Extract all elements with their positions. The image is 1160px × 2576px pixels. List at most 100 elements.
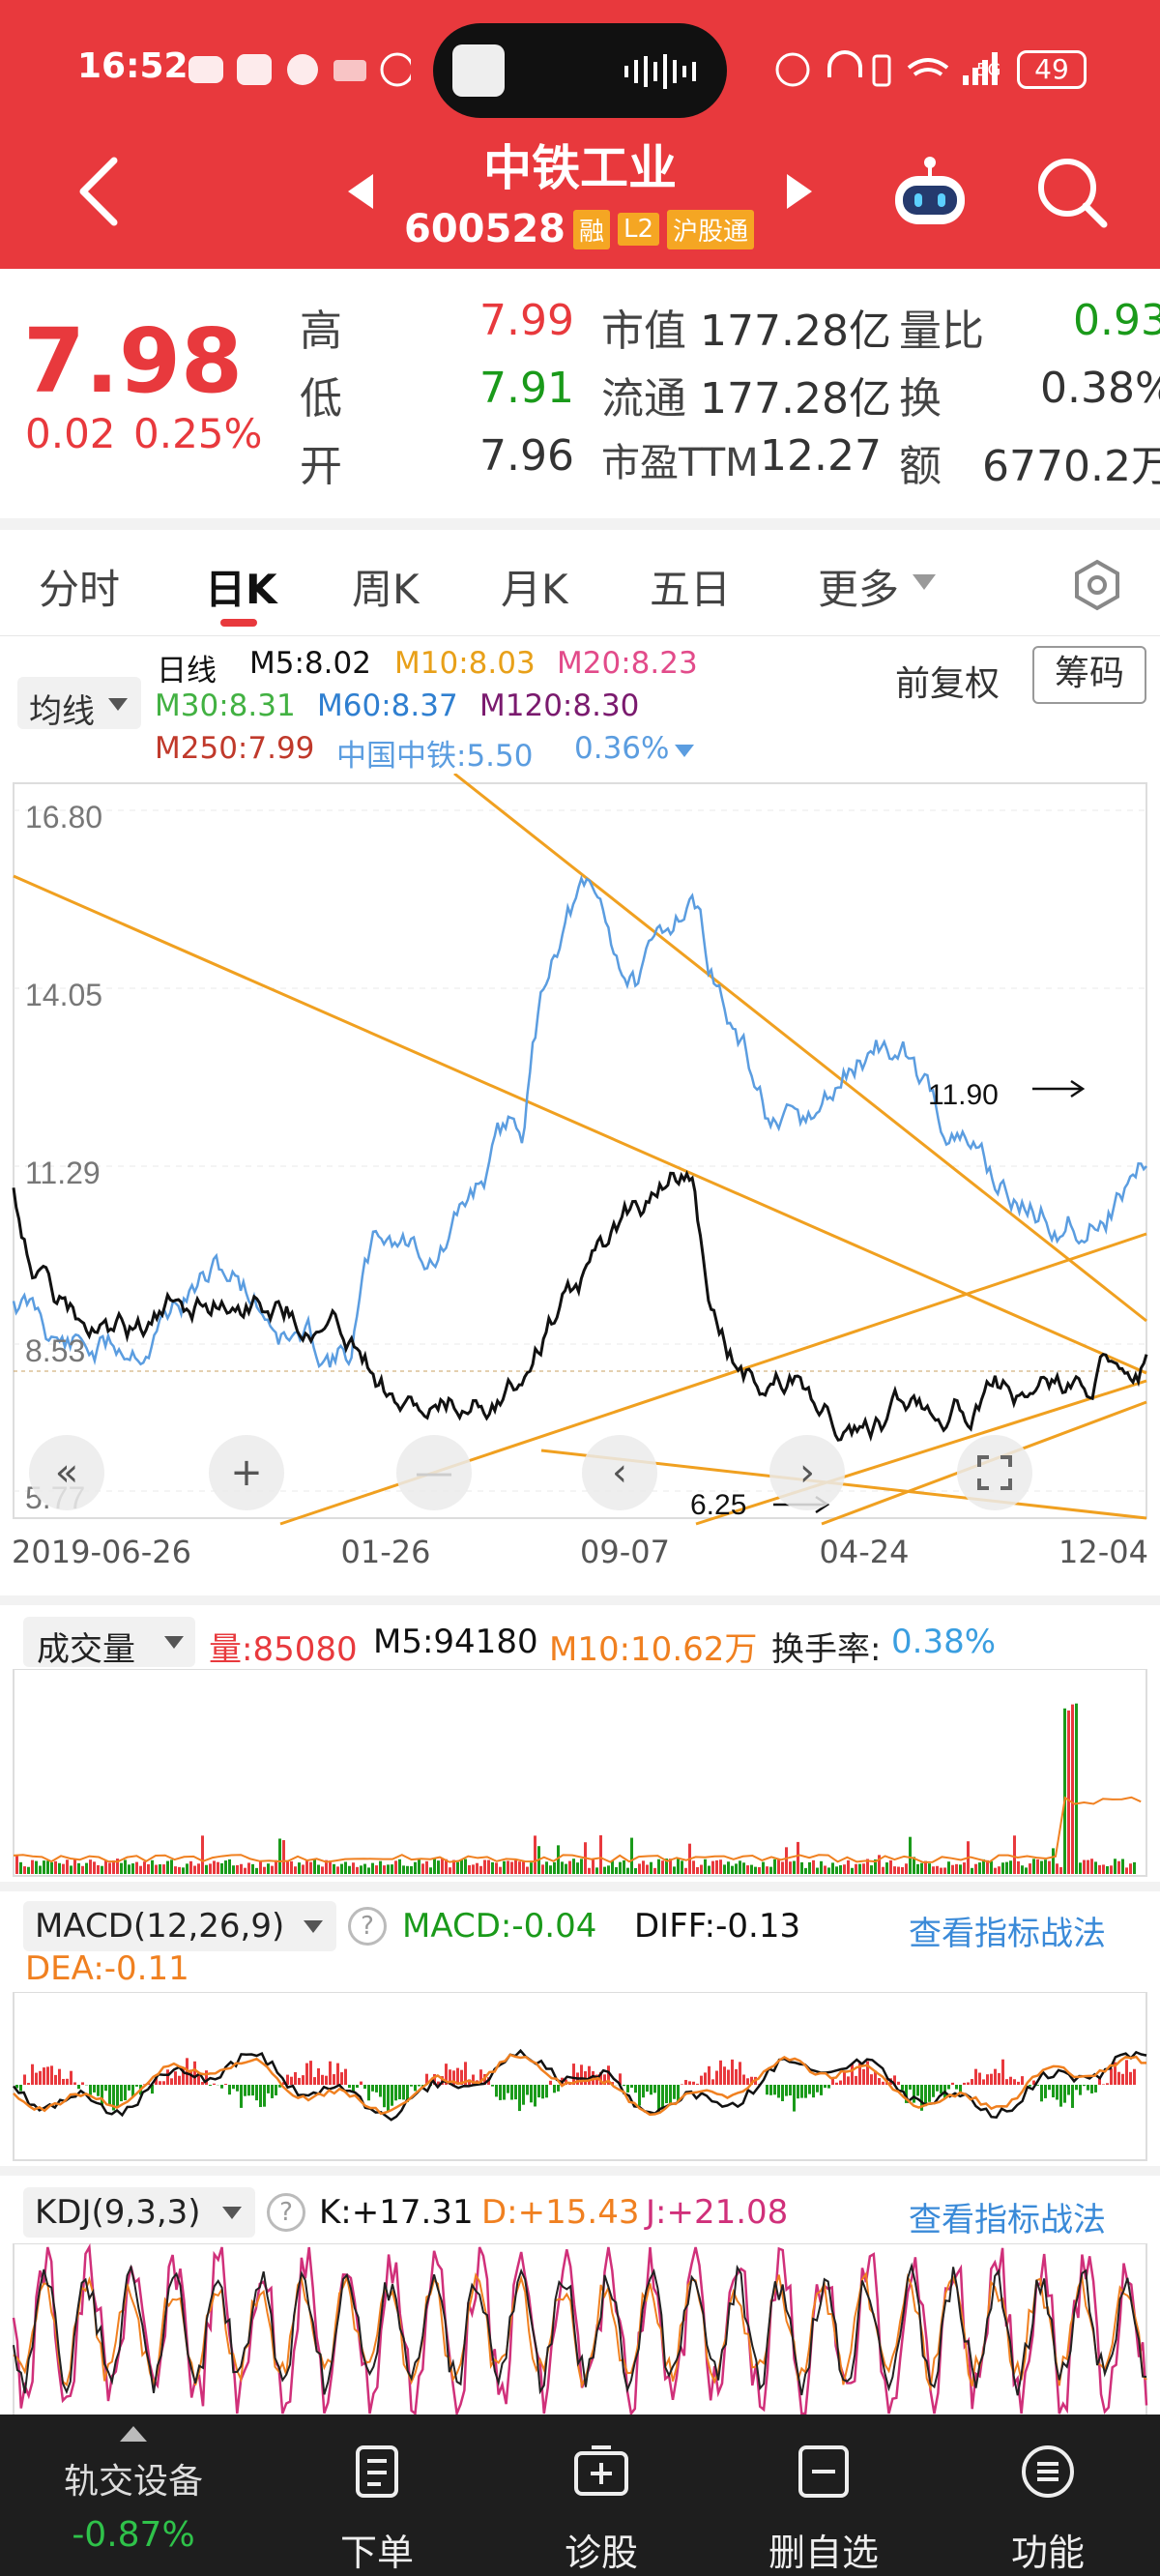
macd-bar: [418, 2085, 420, 2087]
macd-bar: [1017, 2081, 1020, 2085]
adjust-button[interactable]: 前复权: [895, 656, 1000, 706]
price-axis-label: 16.80: [25, 800, 102, 834]
macd-strategy-link[interactable]: 查看指标战法: [909, 1907, 1106, 1954]
fast-rewind-button[interactable]: «: [29, 1435, 104, 1510]
macd-bar: [356, 2085, 359, 2089]
indicator-select[interactable]: 均线: [17, 677, 141, 731]
functions-button[interactable]: 功能: [951, 2415, 1145, 2576]
macd-bar: [344, 2068, 347, 2085]
settings-hexagon-icon[interactable]: [1071, 559, 1123, 611]
zoom-out-button[interactable]: —: [396, 1435, 472, 1510]
volume-bar: [139, 1865, 142, 1874]
volume-bar: [73, 1859, 76, 1874]
macd-bar: [827, 2085, 830, 2089]
help-icon[interactable]: ?: [348, 1907, 387, 1946]
macd-bar: [491, 2085, 494, 2087]
volume-bar: [1032, 1859, 1035, 1874]
macd-bar: [120, 2085, 123, 2102]
robot-assistant-icon[interactable]: [889, 153, 971, 230]
macd-bar: [410, 2085, 413, 2087]
volume-bar: [135, 1861, 138, 1874]
volume-bar: [1079, 1862, 1082, 1874]
tab-five-day[interactable]: 五日: [650, 557, 731, 616]
stat-value-amount: 6770.2万: [982, 442, 1160, 491]
volume-bar: [742, 1862, 745, 1874]
macd-select[interactable]: MACD(12,26,9): [23, 1901, 336, 1951]
volume-chart: [13, 1669, 1147, 1877]
macd-bar: [298, 2077, 301, 2085]
remove-watchlist-button[interactable]: 删自选: [727, 2415, 920, 2576]
high-annotation: 11.90: [928, 1079, 999, 1111]
macd-bar: [499, 2085, 502, 2100]
date-label: 12-04: [1058, 1534, 1148, 1570]
volume-bar: [607, 1865, 610, 1874]
volume-bar: [77, 1862, 80, 1874]
tab-daily-k[interactable]: 日K: [205, 557, 277, 616]
stock-subtitle: 600528 融 L2 沪股通: [404, 207, 755, 251]
chip-button[interactable]: 筹码: [1032, 646, 1146, 704]
macd-bar: [746, 2078, 749, 2085]
order-button[interactable]: 下单: [280, 2415, 474, 2576]
macd-bar: [785, 2085, 788, 2096]
volume-bar: [360, 1865, 362, 1874]
badge-l2: L2: [618, 213, 660, 246]
fullscreen-button[interactable]: [957, 1435, 1032, 1510]
volume-bar: [503, 1860, 506, 1874]
volume-bar: [31, 1859, 34, 1874]
scroll-right-button[interactable]: ›: [769, 1435, 845, 1510]
macd-bar: [719, 2060, 722, 2085]
tab-intraday[interactable]: 分时: [39, 557, 120, 616]
macd-bar: [978, 2072, 981, 2085]
diagnose-button[interactable]: 诊股: [505, 2415, 698, 2576]
prev-stock-icon[interactable]: [346, 172, 375, 211]
volume-bar: [352, 1862, 355, 1874]
volume-bar: [27, 1866, 30, 1874]
stat-value-open: 7.96: [479, 431, 574, 481]
macd-bar: [665, 2085, 668, 2104]
scroll-left-button[interactable]: ‹: [582, 1435, 657, 1510]
volume-select[interactable]: 成交量: [23, 1617, 195, 1669]
back-arrow-icon[interactable]: [75, 155, 124, 228]
macd-bar: [870, 2074, 873, 2085]
volume-bar: [731, 1865, 734, 1874]
volume-bar: [35, 1860, 38, 1874]
sector-ticker[interactable]: 轨交设备 -0.87%: [0, 2415, 267, 2576]
sector-name: 轨交设备: [63, 2462, 203, 2502]
help-icon[interactable]: ?: [267, 2193, 305, 2232]
tab-more[interactable]: 更多: [818, 557, 899, 616]
kdj-strategy-link[interactable]: 查看指标战法: [909, 2193, 1106, 2240]
next-stock-icon[interactable]: [785, 172, 814, 211]
macd-bar: [843, 2072, 846, 2085]
volume-bar: [468, 1864, 471, 1874]
zoom-in-button[interactable]: +: [209, 1435, 284, 1510]
macd-bar: [375, 2085, 378, 2093]
volume-bar: [367, 1867, 370, 1874]
tab-weekly-k[interactable]: 周K: [352, 557, 420, 616]
volume-bar: [1005, 1861, 1008, 1874]
macd-bar: [1121, 2073, 1124, 2085]
volume-bar: [565, 1863, 567, 1874]
macd-bar: [414, 2085, 417, 2092]
volume-bar: [356, 1866, 359, 1874]
macd-bar: [1106, 2083, 1109, 2085]
volume-bar: [483, 1859, 486, 1874]
tab-monthly-k[interactable]: 月K: [501, 557, 568, 616]
macd-bar: [990, 2073, 993, 2085]
macd-bar: [530, 2085, 533, 2103]
volume-bar: [1075, 1703, 1078, 1874]
compare-dropdown-icon[interactable]: [675, 745, 694, 758]
volume-bar: [391, 1864, 393, 1874]
volume-bar: [1056, 1863, 1058, 1874]
macd-bar: [847, 2076, 850, 2085]
macd-bar: [236, 2085, 239, 2092]
search-icon[interactable]: [1036, 157, 1108, 228]
volume-bar: [309, 1861, 312, 1874]
volume-bar: [526, 1866, 529, 1874]
volume-bar: [379, 1860, 382, 1874]
legend-m10: M10:8.03: [394, 646, 536, 681]
volume-bar: [974, 1863, 977, 1874]
kdj-select[interactable]: KDJ(9,3,3): [23, 2187, 255, 2238]
macd-bar: [588, 2065, 591, 2085]
volume-bar: [650, 1861, 652, 1874]
volume-bar: [862, 1863, 865, 1874]
